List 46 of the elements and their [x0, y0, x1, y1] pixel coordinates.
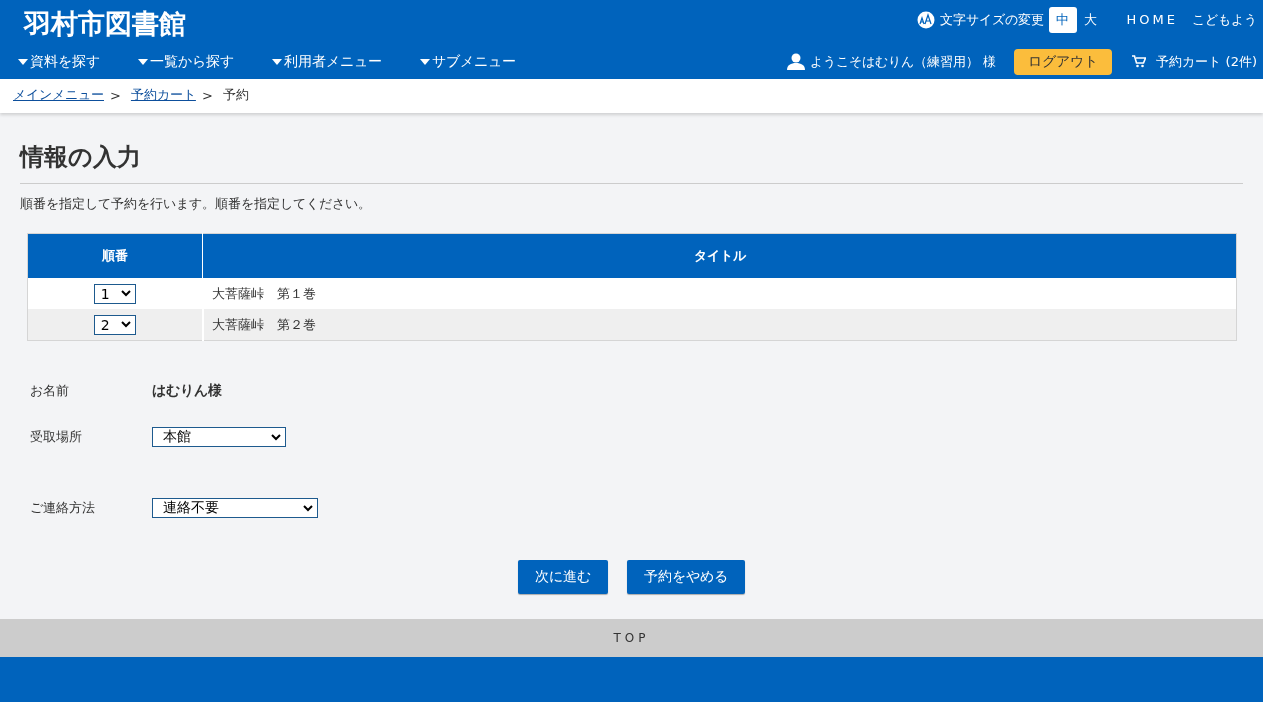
user-icon [787, 53, 806, 70]
breadcrumb-current: 予約 [222, 86, 249, 104]
dropdown-icon [272, 58, 282, 65]
name-value: はむりん様 [152, 382, 222, 400]
breadcrumb-link[interactable]: 予約カート [130, 86, 196, 104]
header-link[interactable]: こどもよう [1192, 12, 1257, 27]
cart-icon [1132, 55, 1147, 68]
header-link[interactable]: HOME [1126, 12, 1178, 27]
column-header: 順番 [27, 233, 203, 278]
order-select[interactable]: 1 [93, 283, 136, 304]
form-label: お名前 [30, 382, 70, 400]
breadcrumb-separator: > [201, 87, 213, 103]
chevron-down-icon [271, 433, 281, 441]
next-button[interactable]: 次に進む [518, 560, 608, 594]
font-size-icon [916, 11, 935, 29]
breadcrumb-separator: > [110, 87, 121, 103]
cancel-button[interactable]: 予約をやめる [627, 560, 745, 594]
chevron-down-icon [120, 321, 131, 328]
chevron-down-icon [120, 290, 131, 297]
form-label: 受取場所 [30, 428, 83, 446]
title-cell: 大菩薩峠 第１巻 [202, 278, 1237, 309]
breadcrumb-link[interactable]: メインメニュー [13, 86, 104, 104]
dropdown-icon [18, 58, 28, 65]
dropdown-icon [420, 58, 430, 65]
order-select[interactable]: 2 [93, 314, 136, 335]
description-text: 順番を指定して予約を行います。順番を指定してください。 [20, 195, 372, 213]
cart-link[interactable]: 予約カート (2件) [1132, 52, 1257, 71]
nav-menu[interactable]: 資料を探す [18, 52, 100, 71]
dropdown-field[interactable]: 本館 [152, 427, 286, 447]
nav-menu[interactable]: サブメニュー [420, 52, 516, 71]
back-to-top-link[interactable]: TOP [613, 631, 650, 645]
column-header: タイトル [202, 233, 1237, 278]
form-label: ご連絡方法 [30, 499, 96, 517]
nav-menu[interactable]: 利用者メニュー [272, 52, 382, 71]
title-cell: 大菩薩峠 第２巻 [202, 309, 1237, 341]
welcome-text: ようこそはむりん（練習用） 様 [810, 52, 997, 71]
page-title: 情報の入力 [20, 141, 1243, 184]
font-size-option[interactable]: 中 [1048, 7, 1077, 33]
font-size-option[interactable]: 大 [1076, 7, 1105, 33]
dropdown-field[interactable]: 連絡不要 [152, 498, 318, 518]
font-size-label: 文字サイズの変更 [939, 11, 1044, 29]
chevron-down-icon [303, 504, 313, 512]
dropdown-icon [138, 58, 148, 65]
logout-button[interactable]: ログアウト [1014, 48, 1113, 75]
nav-menu[interactable]: 一覧から探す [138, 52, 234, 71]
site-title[interactable]: 羽村市図書館 [0, 0, 186, 44]
